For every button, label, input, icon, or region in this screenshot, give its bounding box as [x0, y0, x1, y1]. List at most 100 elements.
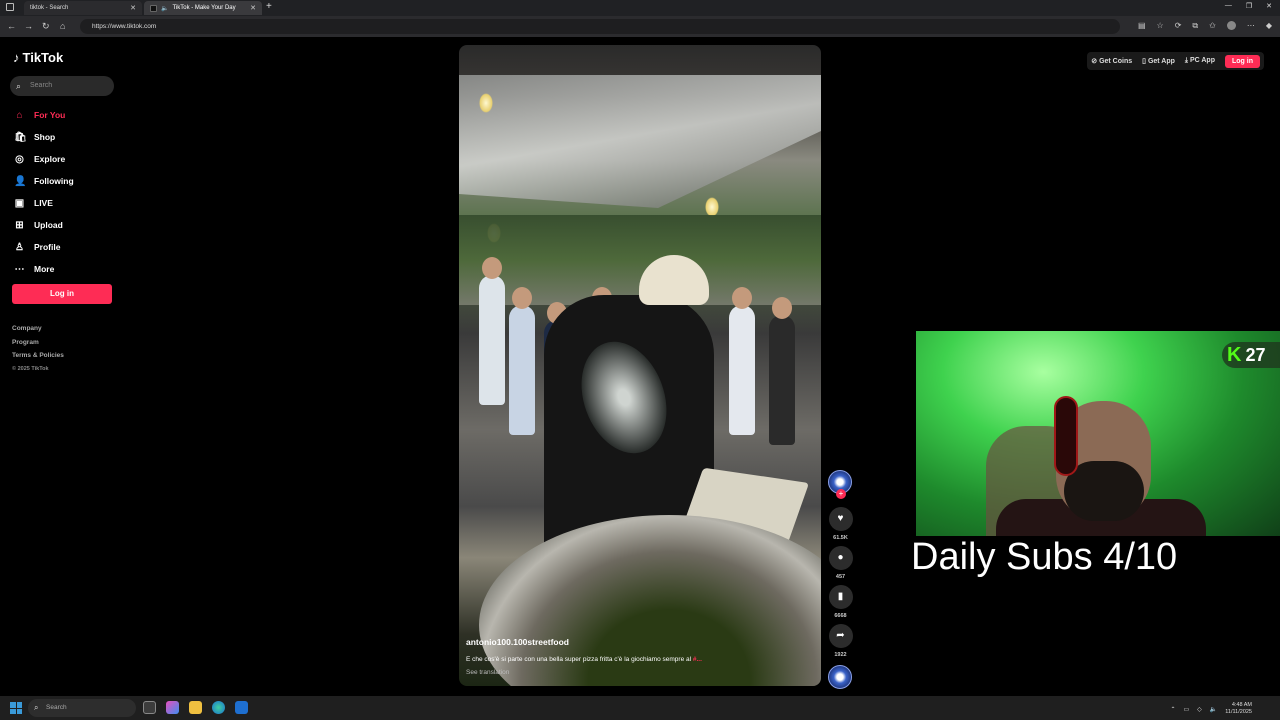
sidebar-item-upload[interactable]: ⊞ Upload	[14, 214, 74, 236]
daily-subs-overlay: Daily Subs 4/10	[911, 536, 1178, 578]
upload-icon: ⊞	[15, 219, 24, 231]
search-input[interactable]: ⌕ Search	[10, 76, 114, 96]
download-icon: ⤓	[1184, 57, 1189, 64]
compass-icon: ◎	[15, 153, 24, 165]
browser-window: tiktok - Search ✕ 🔈 TikTok - Make Your D…	[0, 0, 1280, 720]
edge-browser-icon[interactable]	[212, 701, 225, 714]
profile-icon: ♙	[15, 241, 24, 253]
close-icon[interactable]: ✕	[250, 4, 256, 12]
extensions-icon[interactable]: ⧉	[1192, 21, 1198, 31]
video-scene-person	[479, 257, 505, 405]
comment-button[interactable]: ●	[828, 546, 853, 570]
heart-icon: ♥	[837, 513, 844, 524]
caption-hashtag[interactable]: #...	[693, 656, 702, 663]
tab-actions-icon[interactable]	[6, 3, 14, 11]
sidebar-item-more[interactable]: ⋯ More	[14, 258, 74, 280]
comment-icon: ●	[837, 552, 844, 563]
maximize-icon[interactable]: ❐	[1246, 2, 1252, 10]
video-scene-light	[705, 197, 719, 217]
tab-strip: tiktok - Search ✕ 🔈 TikTok - Make Your D…	[0, 0, 1280, 16]
tab-label: tiktok - Search	[30, 5, 69, 11]
back-icon[interactable]: ←	[7, 21, 16, 31]
sidebar-item-label: LIVE	[34, 198, 53, 208]
video-scene-head	[482, 257, 502, 279]
sidebar-item-shop[interactable]: 🛍 Shop	[14, 126, 74, 148]
tiktok-logo[interactable]: ♪ TikTok	[13, 50, 63, 65]
header-login-button[interactable]: Log in	[1225, 54, 1260, 68]
url-text: https://www.tiktok.com	[92, 23, 157, 30]
windows-start-icon[interactable]	[10, 702, 22, 714]
task-view-icon[interactable]	[143, 701, 156, 714]
tab-label: TikTok - Make Your Day	[172, 5, 236, 11]
speaker-icon: 🔈	[161, 5, 169, 12]
favorite-star-icon[interactable]: ☆	[1157, 21, 1164, 31]
like-button[interactable]: ♥	[828, 507, 853, 531]
kick-viewer-badge: K 27	[1222, 342, 1280, 368]
refresh-icon[interactable]: ↻	[42, 21, 50, 32]
home-icon[interactable]: ⌂	[60, 21, 65, 31]
url-field[interactable]: https://www.tiktok.com	[80, 19, 1120, 34]
search-icon: ⌕	[34, 703, 39, 712]
share-icon: ➦	[836, 630, 845, 641]
copilot-app-icon[interactable]	[166, 701, 179, 714]
taskbar-search[interactable]: ⌕ Search	[28, 699, 136, 717]
network-icon[interactable]: ◇	[1197, 706, 1202, 713]
close-window-icon[interactable]: ✕	[1266, 2, 1272, 10]
video-player[interactable]: antonio100.100streetfood E che cos'è si …	[459, 45, 821, 686]
sidebar-item-following[interactable]: 👤 Following	[14, 170, 74, 192]
footer-company-link[interactable]: Company	[12, 325, 64, 339]
sidebar-login-button[interactable]: Log in	[12, 284, 112, 304]
follow-plus-icon[interactable]: +	[836, 489, 846, 499]
chevron-up-icon[interactable]: ⌃	[1170, 706, 1175, 713]
see-translation-link[interactable]: See translation	[466, 669, 509, 676]
sidebar-item-for-you[interactable]: ⌂ For You	[14, 104, 74, 126]
tab-tiktok-search[interactable]: tiktok - Search ✕	[24, 1, 142, 15]
footer-program-link[interactable]: Program	[12, 339, 64, 353]
copilot-icon[interactable]: ◆	[1266, 21, 1272, 31]
browser-toolbar: ▤ ☆ ⟳ ⧉ ✩ ⋯ ◆	[1138, 21, 1272, 31]
video-scene-person	[729, 287, 755, 435]
window-controls: — ❐ ✕	[1225, 2, 1272, 10]
taskbar-search-placeholder: Search	[46, 704, 67, 711]
get-app-button[interactable]: ▯ Get App	[1142, 57, 1175, 65]
sidebar-item-label: Following	[34, 176, 74, 186]
creator-avatar[interactable]: +	[828, 470, 852, 499]
taskbar-clock[interactable]: 4:48 AM 11/11/2025	[1225, 702, 1252, 716]
video-scene-light	[479, 93, 493, 113]
music-disc-avatar[interactable]	[828, 665, 852, 689]
sidebar-item-live[interactable]: ▣ LIVE	[14, 192, 74, 214]
profile-avatar[interactable]	[1226, 21, 1236, 30]
tab-tiktok-home[interactable]: 🔈 TikTok - Make Your Day ✕	[144, 1, 262, 15]
battery-icon[interactable]: ▭	[1184, 706, 1190, 713]
forward-icon[interactable]: →	[24, 21, 33, 31]
home-icon: ⌂	[16, 109, 23, 121]
share-count: 1922	[834, 652, 847, 658]
menu-dots-icon[interactable]: ⋯	[1247, 21, 1255, 31]
system-tray: ⌃ ▭ ◇ 🔈 4:48 AM 11/11/2025	[1170, 702, 1252, 716]
store-icon[interactable]	[235, 701, 248, 714]
save-button[interactable]: ▮	[828, 585, 853, 609]
sidebar-item-label: For You	[34, 110, 66, 120]
refresh-page-icon[interactable]: ⟳	[1175, 21, 1182, 31]
close-icon[interactable]: ✕	[130, 4, 136, 12]
minimize-icon[interactable]: —	[1225, 2, 1232, 10]
footer-copyright: © 2025 TikTok	[12, 365, 49, 372]
sidebar-item-explore[interactable]: ◎ Explore	[14, 148, 74, 170]
new-tab-button[interactable]: +	[266, 1, 272, 12]
volume-icon[interactable]: 🔈	[1210, 706, 1217, 713]
shop-icon: 🛍	[14, 131, 27, 143]
comment-count: 457	[835, 574, 846, 580]
like-count: 61.5K	[833, 535, 848, 541]
video-username[interactable]: antonio100.100streetfood	[466, 637, 569, 647]
reader-icon[interactable]: ▤	[1138, 21, 1146, 31]
sidebar-item-profile[interactable]: ♙ Profile	[14, 236, 74, 258]
footer-terms-link[interactable]: Terms & Policies	[12, 352, 64, 366]
caption-text: E che cos'è si parte con una bella super…	[466, 656, 692, 663]
pc-app-label: PC App	[1189, 57, 1215, 64]
share-button[interactable]: ➦	[828, 624, 853, 648]
get-coins-button[interactable]: ⊘ Get Coins	[1091, 57, 1132, 65]
favorites-icon[interactable]: ✩	[1209, 21, 1216, 31]
pc-app-button[interactable]: ⤓ PC App	[1185, 57, 1215, 65]
file-explorer-icon[interactable]	[189, 701, 202, 714]
get-app-label: Get App	[1147, 58, 1175, 65]
